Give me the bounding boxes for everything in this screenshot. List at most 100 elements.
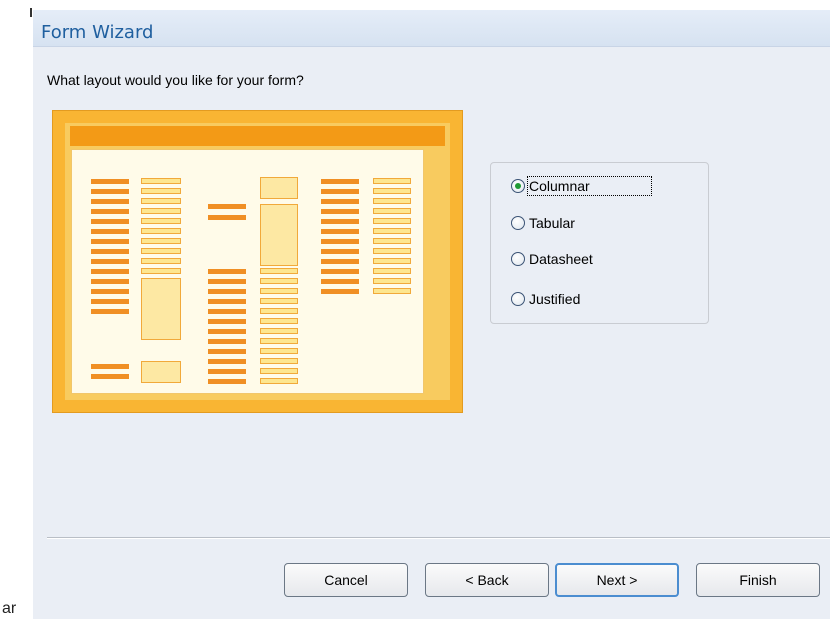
preview-label-bar: [208, 215, 246, 220]
finish-button[interactable]: Finish: [696, 563, 820, 597]
preview-field-box: [260, 298, 298, 304]
preview-field-box: [141, 228, 181, 234]
preview-field-box: [260, 328, 298, 334]
title-bar: Form Wizard: [33, 10, 830, 47]
preview-field-box: [373, 268, 411, 274]
preview-field-box: [373, 258, 411, 264]
preview-field-box: [373, 238, 411, 244]
preview-label-bar: [91, 189, 129, 194]
preview-field-box: [373, 288, 411, 294]
preview-label-bar: [321, 239, 359, 244]
preview-label-bar: [321, 259, 359, 264]
preview-field-box: [260, 288, 298, 294]
preview-field-box: [260, 368, 298, 374]
option-label-justified: Justified: [529, 291, 581, 307]
next-button[interactable]: Next >: [555, 563, 679, 597]
window-corner-mark: [30, 8, 32, 17]
radio-unselected-icon[interactable]: [511, 292, 525, 306]
preview-label-bar: [321, 229, 359, 234]
preview-field-box: [373, 228, 411, 234]
preview-field-box: [141, 218, 181, 224]
preview-label-bar: [208, 299, 246, 304]
preview-field-box: [260, 177, 298, 199]
window-title: Form Wizard: [41, 22, 154, 43]
footer-separator: [47, 537, 830, 539]
preview-label-bar: [91, 309, 129, 314]
preview-field-box: [141, 208, 181, 214]
back-button[interactable]: < Back: [425, 563, 549, 597]
preview-field-box: [260, 378, 298, 384]
preview-field-box: [260, 318, 298, 324]
preview-label-bar: [321, 199, 359, 204]
preview-field-box: [260, 278, 298, 284]
preview-field-box: [141, 238, 181, 244]
preview-label-bar: [91, 179, 129, 184]
preview-label-bar: [91, 289, 129, 294]
preview-header-bar: [70, 126, 445, 146]
preview-label-bar: [208, 329, 246, 334]
preview-field-box: [260, 358, 298, 364]
preview-field-box: [260, 268, 298, 274]
preview-field-box: [260, 338, 298, 344]
layout-preview-image: [52, 110, 463, 413]
preview-label-bar: [208, 349, 246, 354]
preview-label-bar: [208, 369, 246, 374]
radio-unselected-icon[interactable]: [511, 252, 525, 266]
option-label-columnar: Columnar: [527, 176, 652, 196]
preview-label-bar: [208, 289, 246, 294]
preview-field-box: [141, 178, 181, 184]
preview-label-bar: [208, 379, 246, 384]
preview-field-box: [260, 348, 298, 354]
option-tabular[interactable]: Tabular: [511, 212, 575, 234]
preview-field-box: [373, 188, 411, 194]
preview-label-bar: [321, 269, 359, 274]
preview-label-bar: [321, 219, 359, 224]
option-datasheet[interactable]: Datasheet: [511, 248, 593, 270]
preview-field-box: [141, 361, 181, 383]
option-label-tabular: Tabular: [529, 215, 575, 231]
option-columnar[interactable]: Columnar: [511, 175, 652, 197]
preview-field-box: [373, 248, 411, 254]
preview-label-bar: [91, 374, 129, 379]
preview-label-bar: [208, 309, 246, 314]
preview-label-bar: [321, 279, 359, 284]
preview-field-box: [373, 198, 411, 204]
preview-label-bar: [321, 209, 359, 214]
preview-label-bar: [91, 279, 129, 284]
preview-field-box: [373, 178, 411, 184]
preview-field-box: [141, 268, 181, 274]
layout-option-group: Columnar Tabular Datasheet Justified: [490, 162, 709, 324]
option-label-datasheet: Datasheet: [529, 251, 593, 267]
preview-label-bar: [321, 189, 359, 194]
preview-field-box: [260, 308, 298, 314]
form-wizard-dialog: Form Wizard What layout would you like f…: [33, 10, 830, 619]
preview-label-bar: [91, 249, 129, 254]
preview-field-box: [260, 204, 298, 266]
preview-label-bar: [91, 239, 129, 244]
preview-label-bar: [208, 319, 246, 324]
preview-field-box: [373, 208, 411, 214]
preview-field-box: [141, 248, 181, 254]
layout-question: What layout would you like for your form…: [47, 72, 304, 88]
preview-label-bar: [91, 259, 129, 264]
preview-label-bar: [91, 219, 129, 224]
preview-field-box: [373, 218, 411, 224]
preview-label-bar: [91, 299, 129, 304]
cancel-button[interactable]: Cancel: [284, 563, 408, 597]
radio-selected-icon[interactable]: [511, 179, 525, 193]
preview-field-box: [141, 278, 181, 340]
option-justified[interactable]: Justified: [511, 288, 580, 310]
preview-label-bar: [321, 179, 359, 184]
preview-label-bar: [321, 289, 359, 294]
preview-label-bar: [208, 279, 246, 284]
preview-field-box: [141, 258, 181, 264]
preview-label-bar: [91, 209, 129, 214]
preview-field-box: [141, 188, 181, 194]
preview-label-bar: [208, 269, 246, 274]
preview-label-bar: [91, 364, 129, 369]
preview-label-bar: [321, 249, 359, 254]
preview-label-bar: [91, 199, 129, 204]
preview-label-bar: [208, 359, 246, 364]
radio-unselected-icon[interactable]: [511, 216, 525, 230]
preview-field-box: [141, 198, 181, 204]
